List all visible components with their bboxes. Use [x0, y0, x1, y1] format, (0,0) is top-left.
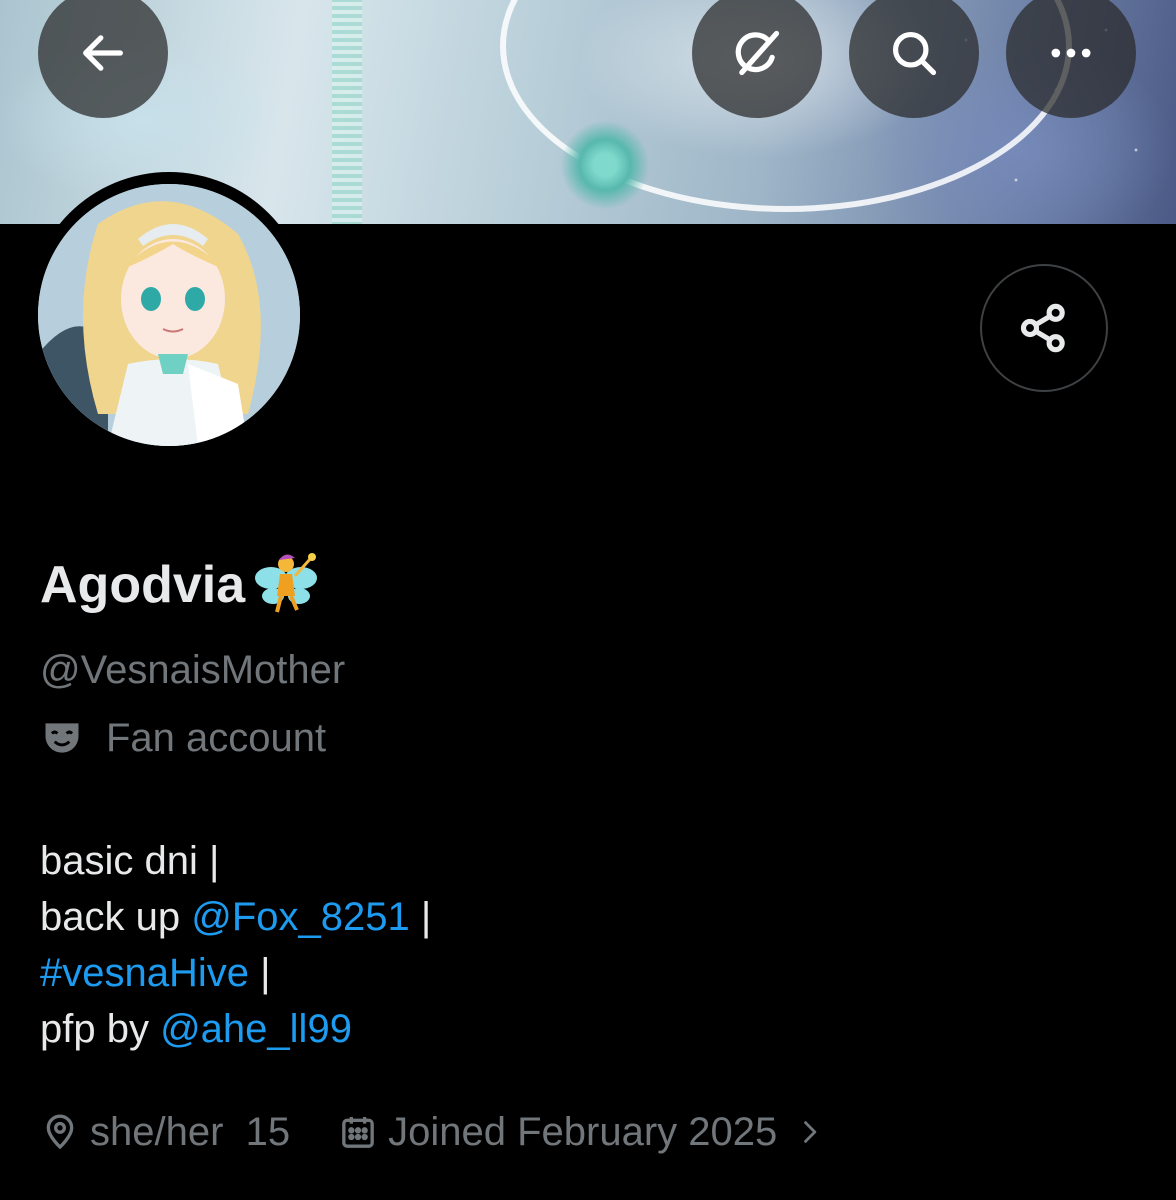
bio-line: back up @Fox_8251 | [40, 889, 431, 945]
username-handle: @VesnaisMother [40, 648, 346, 692]
bio-line: #vesnaHive | [40, 945, 431, 1001]
avatar[interactable] [38, 184, 300, 446]
location-text: she/her 15 [90, 1110, 291, 1154]
bio-text: | [409, 895, 432, 939]
mention-link-fox[interactable]: @Fox_8251 [191, 895, 410, 939]
theater-mask-icon [45, 723, 79, 753]
share-icon [1020, 303, 1065, 353]
bio-text: | [249, 951, 271, 995]
bio-text: pfp by [40, 1007, 161, 1051]
location-pin-icon [46, 1114, 74, 1150]
joined-date-text: Joined February 2025 [388, 1110, 778, 1154]
profile-bio: basic dni | back up @Fox_8251 | #vesnaHi… [40, 833, 431, 1057]
fairy-emoji-icon [255, 553, 318, 613]
avatar-border [28, 172, 310, 454]
avatar-illustration [38, 184, 300, 446]
chevron-right-icon[interactable] [795, 1118, 823, 1146]
hashtag-link-vesnahive[interactable]: #vesnaHive [40, 951, 249, 995]
search-icon [892, 31, 937, 76]
calendar-icon [342, 1117, 374, 1148]
bio-text: back up [40, 895, 192, 939]
more-horizontal-icon [1051, 48, 1091, 58]
mention-link-ahe[interactable]: @ahe_ll99 [160, 1007, 352, 1051]
grok-icon [735, 30, 780, 76]
bio-text: basic dni | [40, 839, 220, 883]
profile-meta: she/her 15 Joined February 2025 [40, 1104, 823, 1160]
arrow-left-icon [83, 35, 123, 71]
share-button[interactable] [980, 264, 1108, 392]
bio-line: basic dni | [40, 833, 431, 889]
bio-line: pfp by @ahe_ll99 [40, 1001, 431, 1057]
profile-category: Fan account [40, 712, 326, 764]
banner-flower-decoration [560, 120, 650, 210]
category-label: Fan account [106, 716, 327, 760]
display-name: Agodvia [40, 550, 321, 620]
display-name-text: Agodvia [40, 556, 246, 614]
banner-frame-decoration [332, 0, 362, 224]
